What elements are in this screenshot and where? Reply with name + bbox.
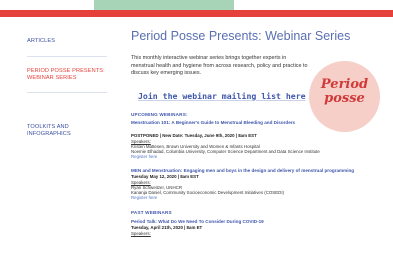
speaker: Kananja Daniel, Community Socioeconomic … <box>131 190 285 195</box>
join-mailing-list-link[interactable]: Join the webinar mailing list here <box>138 91 306 101</box>
upcoming-heading: UPCOMING WEBINARS: <box>131 112 188 117</box>
sidebar-item-articles[interactable]: ARTICLES <box>27 38 102 45</box>
register-link[interactable]: Register here <box>131 195 157 201</box>
sidebar-item-toolkits[interactable]: TOOLKITS AND INFOGRAPHICS <box>27 124 87 138</box>
sidebar: ARTICLES PERIOD POSSE PRESENTS: WEBINAR … <box>0 17 108 264</box>
page-title: Period Posse Presents: Webinar Series <box>131 29 351 43</box>
top-banner-green <box>94 0 234 10</box>
sidebar-divider <box>27 92 107 93</box>
top-red-stripe <box>0 10 393 17</box>
top-banner <box>0 0 393 10</box>
sidebar-divider <box>27 56 107 57</box>
register-link[interactable]: Register here <box>131 154 157 160</box>
logo-text: Period posse <box>320 77 369 106</box>
speakers-label: Speakers: <box>131 231 151 236</box>
sidebar-item-webinar-series[interactable]: PERIOD POSSE PRESENTS: WEBINAR SERIES <box>27 68 107 82</box>
past-heading: PAST WEBINARS <box>131 210 172 215</box>
top-banner-white <box>0 0 94 10</box>
webinar-date: Tuesday May 12, 2020 | 8am EST <box>131 174 199 179</box>
main-content: Period Posse Presents: Webinar Series Th… <box>131 17 393 264</box>
webinar-title-link[interactable]: Menstruation 101: A Beginner's Guide to … <box>131 120 331 126</box>
webinar-date: Tuesday, April 21th, 2020 | 8am ET <box>131 225 203 230</box>
speaker: Noemie Elhadad, Columbia University, Com… <box>131 149 320 154</box>
intro-text: This monthly interactive webinar series … <box>131 55 308 77</box>
webinar-date: POSTPONED | New Date: Tuesday, June 9th,… <box>131 133 257 138</box>
